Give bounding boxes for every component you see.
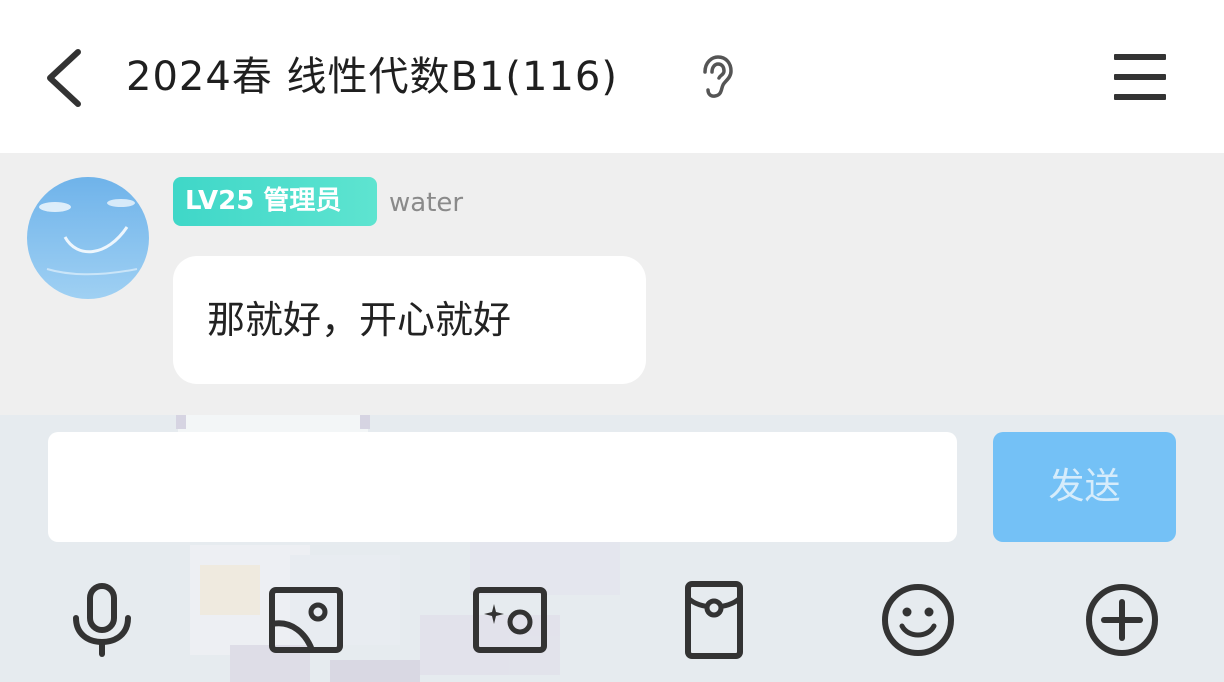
message-bubble[interactable]: 那就好，开心就好 <box>173 256 646 384</box>
emoji-button[interactable] <box>878 580 958 660</box>
chat-title: 2024春 线性代数B1(116) <box>126 54 618 100</box>
plus-icon <box>1086 584 1158 656</box>
red-packet-icon <box>685 581 743 659</box>
avatar[interactable] <box>27 177 149 299</box>
message-text: 那就好，开心就好 <box>207 298 512 342</box>
sender-name[interactable]: water <box>389 183 463 223</box>
emoji-icon <box>882 584 954 656</box>
chat-header: 2024春 线性代数B1(116) <box>0 0 1224 153</box>
image-button[interactable] <box>266 580 346 660</box>
message-input[interactable] <box>48 432 957 542</box>
camera-icon <box>473 587 547 653</box>
microphone-icon <box>73 583 131 657</box>
voice-button[interactable] <box>62 580 142 660</box>
hamburger-menu-icon <box>1114 54 1166 100</box>
level-badge: LV25 管理员 <box>173 177 377 226</box>
menu-button[interactable] <box>1108 50 1172 104</box>
red-packet-button[interactable] <box>674 580 754 660</box>
message-list: LV25 管理员 water 那就好，开心就好 <box>0 153 1224 415</box>
ear-icon[interactable] <box>697 54 735 100</box>
back-button[interactable] <box>36 44 96 112</box>
more-button[interactable] <box>1082 580 1162 660</box>
send-button[interactable]: 发送 <box>993 432 1176 542</box>
chevron-left-icon <box>47 49 81 107</box>
composer-area: 发送 <box>0 415 1224 682</box>
camera-button[interactable] <box>470 580 550 660</box>
image-icon <box>269 587 343 653</box>
